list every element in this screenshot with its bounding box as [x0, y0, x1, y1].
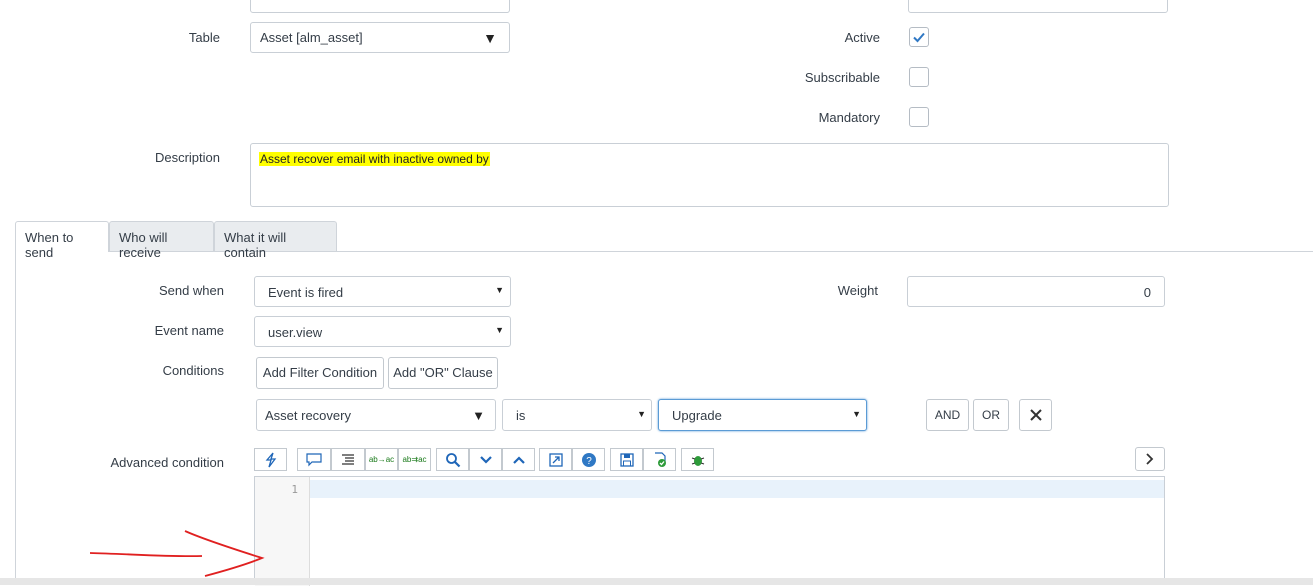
tab-strip-line: [15, 251, 1313, 252]
description-textarea[interactable]: Asset recover email with inactive owned …: [250, 143, 1169, 207]
table-value: Asset [alm_asset]: [260, 30, 363, 45]
tab-what-it-will-contain[interactable]: What it will contain: [214, 221, 337, 260]
chevron-down-icon: ▼: [472, 408, 485, 423]
condition-field-select[interactable]: Asset recovery ▼: [256, 399, 496, 431]
fullscreen-icon: [548, 453, 563, 467]
help-icon: ?: [581, 453, 596, 467]
chevron-down-icon: ▼: [483, 30, 497, 46]
tab-who-will-receive[interactable]: Who will receive: [109, 221, 214, 260]
condition-value: Upgrade: [672, 408, 722, 423]
active-checkbox[interactable]: [909, 27, 929, 47]
replace-all-button[interactable]: ab⇉ac: [398, 448, 431, 471]
checkmark-icon: [913, 32, 925, 43]
or-button[interactable]: OR: [973, 399, 1009, 431]
format-icon: [265, 452, 276, 468]
indent-icon: [342, 454, 354, 465]
validate-icon: [654, 452, 666, 467]
active-label: Active: [844, 30, 880, 45]
next-match-button[interactable]: [469, 448, 502, 471]
condition-field-value: Asset recovery: [265, 408, 351, 423]
mandatory-checkbox[interactable]: [909, 107, 929, 127]
condition-operator-value: is: [516, 408, 526, 423]
advanced-condition-label: Advanced condition: [110, 455, 224, 470]
and-button[interactable]: AND: [926, 399, 969, 431]
remove-condition-button[interactable]: [1019, 399, 1052, 431]
conditions-label: Conditions: [162, 363, 224, 378]
description-label: Description: [154, 150, 220, 165]
comment-icon: [306, 453, 322, 467]
search-icon: [445, 453, 460, 468]
chevron-up-icon: [512, 456, 525, 464]
format-button[interactable]: [254, 448, 287, 471]
debug-button[interactable]: [681, 448, 714, 471]
event-name-value: user.view: [268, 325, 323, 340]
close-icon: [1030, 409, 1042, 421]
top-field-left[interactable]: [250, 0, 510, 13]
add-or-clause-button[interactable]: Add "OR" Clause: [388, 357, 498, 389]
tab-panel-border-left: [15, 251, 16, 585]
weight-input[interactable]: 0: [907, 276, 1165, 307]
condition-operator-select[interactable]: is ▼: [502, 399, 652, 431]
add-filter-condition-button[interactable]: Add Filter Condition: [256, 357, 384, 389]
chevron-down-icon: ▼: [637, 409, 646, 419]
comment-button[interactable]: [297, 448, 331, 471]
weight-value: 0: [1143, 285, 1151, 300]
send-when-value: Event is fired: [268, 285, 344, 300]
editor-active-line: [310, 480, 1164, 498]
chevron-right-icon: [1146, 453, 1154, 465]
validate-button[interactable]: [643, 448, 676, 471]
debug-icon: [691, 456, 704, 466]
chevron-down-icon: ▼: [495, 285, 504, 295]
description-value: Asset recover email with inactive owned …: [259, 152, 490, 166]
save-icon: [619, 453, 634, 467]
chevron-down-icon: ▼: [852, 409, 861, 419]
previous-match-button[interactable]: [502, 448, 535, 471]
event-name-select[interactable]: user.view ▼: [254, 316, 511, 347]
svg-text:?: ?: [586, 456, 592, 467]
chevron-down-icon: [479, 456, 492, 464]
event-name-label: Event name: [154, 323, 224, 338]
table-label: Table: [188, 30, 220, 45]
expand-button[interactable]: [1135, 447, 1165, 471]
weight-label: Weight: [837, 283, 878, 298]
subscribable-checkbox[interactable]: [909, 67, 929, 87]
send-when-select[interactable]: Event is fired ▼: [254, 276, 511, 307]
subscribable-label: Subscribable: [804, 70, 880, 85]
help-button[interactable]: ?: [572, 448, 605, 471]
indent-button[interactable]: [331, 448, 365, 471]
send-when-label: Send when: [158, 283, 224, 298]
mandatory-label: Mandatory: [818, 110, 880, 125]
chevron-down-icon: ▼: [495, 325, 504, 335]
table-select[interactable]: Asset [alm_asset] ▼: [250, 22, 510, 53]
save-button[interactable]: [610, 448, 643, 471]
condition-value-select[interactable]: Upgrade ▼: [658, 399, 867, 431]
code-editor[interactable]: 1: [254, 476, 1165, 586]
top-field-right[interactable]: [908, 0, 1168, 13]
fullscreen-button[interactable]: [539, 448, 572, 471]
tab-when-to-send[interactable]: When to send: [15, 221, 109, 260]
replace-all-icon: ab⇉ac: [402, 455, 427, 464]
replace-button[interactable]: ab→ac: [365, 448, 398, 471]
annotation-arrow: [89, 530, 265, 577]
line-number: 1: [291, 483, 298, 496]
replace-icon: ab→ac: [368, 455, 395, 464]
search-button[interactable]: [436, 448, 469, 471]
